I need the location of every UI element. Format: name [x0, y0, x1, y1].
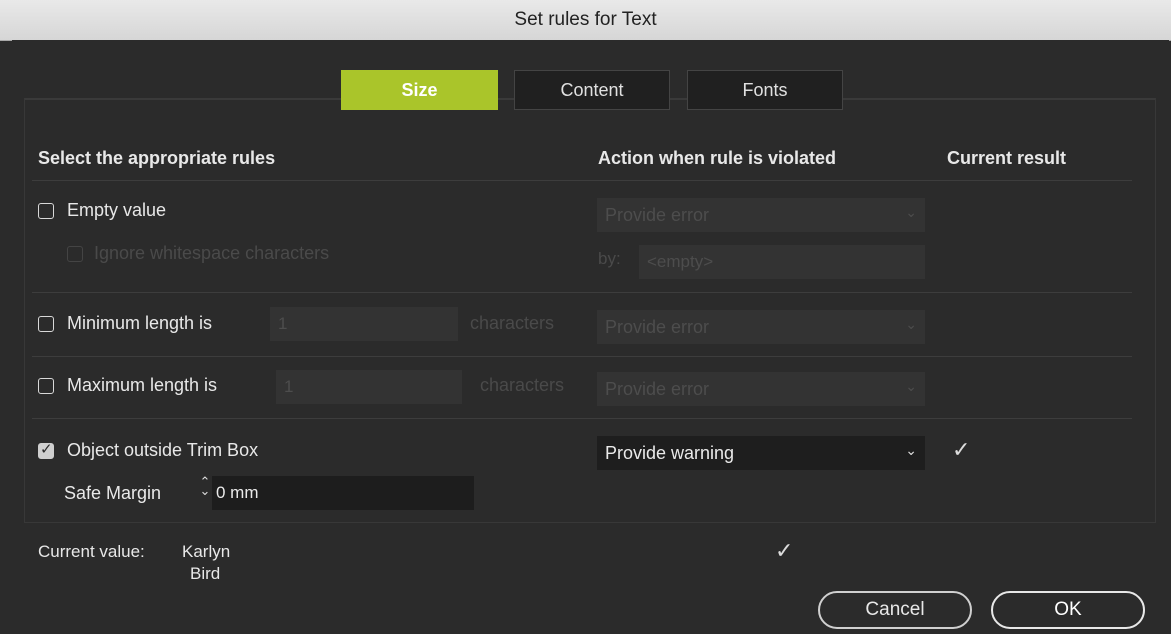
- rules-dialog: Size Content Fonts Select the appropriat…: [12, 40, 1169, 634]
- cancel-button-label: Cancel: [865, 599, 925, 620]
- tab-content[interactable]: Content: [514, 70, 670, 110]
- cancel-button[interactable]: Cancel: [818, 591, 972, 629]
- safe-margin-input[interactable]: 0 mm: [212, 476, 474, 510]
- current-value-line1: Karlyn: [182, 542, 231, 561]
- divider: [32, 180, 1132, 181]
- trim-box-label: Object outside Trim Box: [67, 440, 259, 460]
- empty-value-checkbox[interactable]: [38, 203, 54, 219]
- chevron-down-icon: ⌄: [905, 442, 917, 458]
- safe-margin-label: Safe Margin: [64, 483, 162, 503]
- divider: [32, 418, 1132, 419]
- minimum-length-action-text: Provide error: [605, 316, 710, 337]
- result-column-header: Current result: [947, 148, 1067, 168]
- chevron-down-icon: ⌄: [905, 204, 917, 220]
- empty-value-label: Empty value: [67, 200, 167, 220]
- rules-column-header: Select the appropriate rules: [38, 148, 276, 168]
- safe-margin-value: 0 mm: [216, 483, 259, 502]
- maximum-length-action-select[interactable]: Provide error ⌄: [597, 372, 925, 406]
- ok-button[interactable]: OK: [991, 591, 1145, 629]
- window-title: Set rules for Text: [514, 9, 657, 30]
- action-column-header: Action when rule is violated: [598, 148, 837, 168]
- ok-button-label: OK: [1054, 599, 1082, 620]
- ignore-whitespace-label: Ignore whitespace characters: [94, 243, 330, 263]
- chevron-down-icon: ⌄: [905, 316, 917, 332]
- trim-box-action-select[interactable]: Provide warning ⌄: [597, 436, 925, 470]
- tab-fonts[interactable]: Fonts: [687, 70, 843, 110]
- trim-box-action-text: Provide warning: [605, 442, 735, 463]
- by-label: by:: [598, 249, 621, 268]
- by-input-value: <empty>: [647, 252, 714, 271]
- minimum-length-value: 1: [278, 314, 288, 333]
- empty-value-action-select[interactable]: Provide error ⌄: [597, 198, 925, 232]
- minimum-length-label: Minimum length is: [67, 313, 213, 333]
- chevron-down-icon: ⌄: [905, 378, 917, 394]
- trim-box-checkbox[interactable]: [38, 440, 54, 459]
- minimum-length-input[interactable]: 1: [270, 307, 458, 341]
- minimum-length-unit: characters: [470, 313, 555, 333]
- current-value-label: Current value:: [38, 542, 145, 561]
- empty-value-action-text: Provide error: [605, 204, 710, 225]
- safe-margin-stepper-icon[interactable]: ⌃ ⌄: [198, 475, 212, 510]
- maximum-length-input[interactable]: 1: [276, 370, 462, 404]
- trim-box-result-check-icon: ✓: [952, 437, 971, 462]
- divider: [32, 356, 1132, 357]
- tab-content-label: Content: [560, 79, 624, 100]
- minimum-length-action-select[interactable]: Provide error ⌄: [597, 310, 925, 344]
- by-input[interactable]: <empty>: [639, 245, 925, 279]
- tab-size[interactable]: Size: [341, 70, 498, 110]
- tab-bar: Size Content Fonts: [12, 70, 1169, 112]
- maximum-length-unit: characters: [480, 375, 565, 395]
- maximum-length-action-text: Provide error: [605, 378, 710, 399]
- maximum-length-checkbox[interactable]: [38, 378, 54, 394]
- current-value-line2: Bird: [190, 564, 221, 583]
- window-titlebar: Set rules for Text: [0, 0, 1171, 41]
- minimum-length-checkbox[interactable]: [38, 316, 54, 332]
- maximum-length-label: Maximum length is: [67, 375, 218, 395]
- current-value-result-check-icon: ✓: [775, 538, 794, 563]
- ignore-whitespace-checkbox[interactable]: [67, 246, 83, 262]
- tab-size-label: Size: [401, 79, 438, 100]
- maximum-length-value: 1: [284, 377, 294, 396]
- divider: [32, 292, 1132, 293]
- tab-fonts-label: Fonts: [742, 79, 788, 100]
